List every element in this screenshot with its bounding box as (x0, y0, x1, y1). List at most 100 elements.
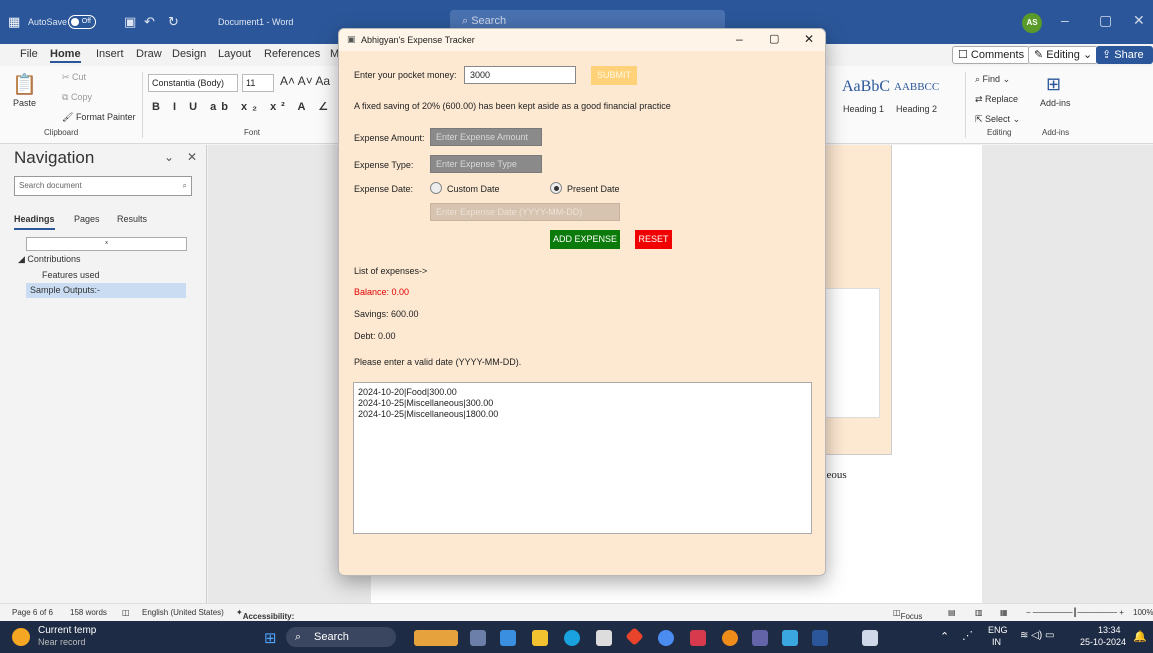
vscode-icon[interactable] (782, 630, 798, 646)
tray-chevron-icon[interactable]: ⌃ (940, 630, 949, 643)
print-layout-icon[interactable]: ▥ (975, 608, 983, 617)
style-heading1-preview[interactable]: AaBbC (842, 78, 890, 96)
notification-icon[interactable]: 🔔 (1133, 630, 1147, 643)
tracker-maximize-icon[interactable]: ▢ (769, 32, 779, 45)
weather-title[interactable]: Current temp (38, 625, 96, 636)
weather-icon[interactable] (12, 628, 30, 646)
restore-icon[interactable]: ▢ (1099, 12, 1112, 29)
language-bottom[interactable]: IN (992, 637, 1001, 647)
menu-design[interactable]: Design (172, 48, 206, 60)
paste-icon[interactable]: 📋 (12, 72, 37, 97)
teams-icon[interactable] (752, 630, 768, 646)
autosave-toggle[interactable]: Off (68, 15, 96, 29)
minimize-icon[interactable]: – (1061, 12, 1069, 28)
accessibility-status[interactable]: ✦ Accessibility: Investigate (236, 608, 294, 630)
replace-button[interactable]: ⇄ Replace (975, 94, 1018, 105)
select-button[interactable]: ⇱ Select ⌄ (975, 114, 1020, 125)
addins-icon[interactable]: ⊞ (1046, 74, 1061, 95)
expense-date-input[interactable]: Enter Expense Date (YYYY-MM-DD) (430, 203, 620, 221)
style-heading1-label[interactable]: Heading 1 (843, 104, 884, 114)
close-icon[interactable]: ✕ (1133, 12, 1145, 29)
custom-date-label[interactable]: Custom Date (447, 184, 500, 194)
nav-item-sample-outputs[interactable]: Sample Outputs:- (26, 283, 186, 298)
network-tray-icon[interactable]: ⋰ (962, 629, 973, 642)
focus-button[interactable]: ◫ Focus (893, 608, 922, 621)
zoom-level[interactable]: 100% (1133, 608, 1153, 617)
taskbar-search[interactable]: ⌕ Search (286, 627, 396, 647)
browser-icon[interactable] (722, 630, 738, 646)
editing-button[interactable]: ✎ Editing ⌄ (1028, 46, 1099, 64)
menu-file[interactable]: File (20, 48, 38, 60)
present-date-radio[interactable] (550, 182, 562, 194)
language-status[interactable]: English (United States) (142, 608, 224, 617)
wifi-sound-battery-icons[interactable]: ≋ ◁) ▭ (1020, 630, 1054, 641)
font-name-select[interactable]: Constantia (Body) (148, 74, 238, 92)
nav-options-icon[interactable]: ⌄ (164, 150, 174, 164)
zoom-slider[interactable]: − ───────┃─────── + (1026, 608, 1124, 617)
menu-home[interactable]: Home (50, 48, 81, 63)
addins-button[interactable]: Add-ins (1040, 98, 1071, 108)
taskview-icon[interactable] (470, 630, 486, 646)
grow-font-icon[interactable]: A˄ A˅ Aa (280, 74, 330, 88)
redo-icon[interactable]: ↻ (168, 0, 179, 44)
tracker-minimize-icon[interactable]: – (736, 32, 743, 46)
comments-button[interactable]: ☐ Comments (952, 46, 1031, 64)
menu-insert[interactable]: Insert (96, 48, 124, 60)
pocket-money-input[interactable]: 3000 (464, 66, 576, 84)
page-count[interactable]: Page 6 of 6 (12, 608, 53, 617)
custom-date-radio[interactable] (430, 182, 442, 194)
user-avatar[interactable]: AS (1022, 13, 1042, 33)
find-button[interactable]: ⌕ Find ⌄ (975, 74, 1010, 85)
word-taskbar-icon[interactable] (812, 630, 828, 646)
font-format-icons[interactable]: B I U ab x₂ x² A ∠ (152, 100, 333, 113)
menu-layout[interactable]: Layout (218, 48, 251, 60)
menu-draw[interactable]: Draw (136, 48, 162, 60)
copilot-icon[interactable] (500, 630, 516, 646)
tab-results[interactable]: Results (117, 214, 147, 224)
format-painter-button[interactable]: 🖌 Format Painter (62, 112, 135, 123)
store-icon[interactable] (596, 630, 612, 646)
mcafee-icon[interactable] (690, 630, 706, 646)
nav-close-icon[interactable]: ✕ (187, 150, 197, 164)
web-layout-icon[interactable]: ▦ (1000, 608, 1008, 617)
weather-subtitle[interactable]: Near record (38, 637, 86, 647)
tab-headings[interactable]: Headings (14, 214, 55, 230)
style-heading2-label[interactable]: Heading 2 (896, 104, 937, 114)
word-count[interactable]: 158 words (70, 608, 107, 617)
save-icon[interactable]: ▣ (124, 0, 136, 44)
present-date-label[interactable]: Present Date (567, 184, 620, 194)
list-item[interactable]: 2024-10-25|Miscellaneous|1800.00 (358, 409, 807, 420)
read-mode-icon[interactable]: ▤ (948, 608, 956, 617)
copy-button[interactable]: ⧉ Copy (62, 92, 92, 103)
start-icon[interactable]: ⊞ (264, 629, 277, 647)
clock-date[interactable]: 25-10-2024 (1080, 637, 1126, 647)
widget-icon[interactable] (414, 630, 458, 646)
list-item[interactable]: 2024-10-20|Food|300.00 (358, 387, 807, 398)
proofing-icon[interactable]: ◫ (122, 608, 130, 617)
cut-button[interactable]: ✂ Cut (62, 72, 86, 83)
nav-collapse-bar[interactable]: ˣ (26, 237, 187, 251)
python-app-icon[interactable] (862, 630, 878, 646)
undo-icon[interactable]: ↶ (144, 0, 155, 44)
menu-references[interactable]: References (264, 48, 320, 60)
tab-pages[interactable]: Pages (74, 214, 100, 224)
chrome-like-icon[interactable] (658, 630, 674, 646)
navigation-search-input[interactable]: Search document ⌕ (14, 176, 192, 196)
font-size-select[interactable]: 11 (242, 74, 274, 92)
add-expense-button[interactable]: ADD EXPENSE (550, 230, 620, 249)
paste-button[interactable]: Paste (13, 98, 36, 108)
reset-button[interactable]: RESET (635, 230, 672, 249)
share-button[interactable]: ⇪ Share ⌄ (1096, 46, 1153, 77)
list-item[interactable]: 2024-10-25|Miscellaneous|300.00 (358, 398, 807, 409)
submit-button[interactable]: SUBMIT (591, 66, 637, 85)
tracker-close-icon[interactable]: ✕ (804, 32, 814, 46)
file-explorer-icon[interactable] (532, 630, 548, 646)
clock-time[interactable]: 13:34 (1098, 625, 1121, 635)
app-icon[interactable] (625, 627, 644, 646)
style-heading2-preview[interactable]: AABBCC (894, 81, 939, 93)
expense-amount-input[interactable]: Enter Expense Amount (430, 128, 542, 146)
nav-item-contributions[interactable]: ◢ Contributions (18, 254, 80, 265)
language-top[interactable]: ENG (988, 625, 1008, 635)
expense-listbox[interactable]: 2024-10-20|Food|300.00 2024-10-25|Miscel… (353, 382, 812, 534)
edge-icon[interactable] (564, 630, 580, 646)
